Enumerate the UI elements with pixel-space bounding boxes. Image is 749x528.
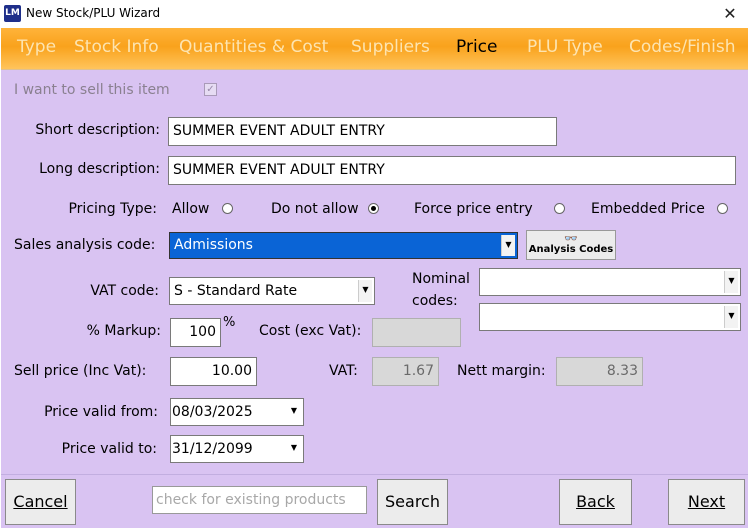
vat-code-label: VAT code: [90, 283, 159, 299]
title-bar: LM New Stock/PLU Wizard ✕ [0, 0, 749, 28]
tab-codes-finish[interactable]: Codes/Finish [629, 37, 736, 57]
nominal-code-select-2[interactable]: ▼ [479, 303, 741, 331]
back-button-label: Back [576, 492, 615, 511]
cost-input[interactable] [372, 318, 461, 347]
short-description-input[interactable]: SUMMER EVENT ADULT ENTRY [168, 117, 557, 146]
sales-analysis-select[interactable]: Admissions ▼ [169, 232, 518, 259]
wizard-tab-bar: Type Stock Info Quantities & Cost Suppli… [1, 28, 748, 70]
footer-bar [1, 474, 748, 528]
long-description-input[interactable]: SUMMER EVENT ADULT ENTRY [168, 156, 736, 185]
nett-margin-field: 8.33 [556, 357, 643, 386]
tab-quantities-cost[interactable]: Quantities & Cost [179, 37, 328, 57]
back-button[interactable]: Back [559, 479, 632, 525]
valid-from-datepicker[interactable]: 08/03/2025 ▼ [170, 398, 304, 426]
analysis-codes-button[interactable]: 👓 Analysis Codes [526, 230, 616, 260]
pricing-option-allow-radio[interactable] [222, 203, 233, 214]
markup-percent-suffix: % [223, 315, 236, 330]
valid-to-label: Price valid to: [61, 441, 157, 457]
valid-from-label: Price valid from: [44, 404, 158, 420]
short-description-label: Short description: [35, 122, 160, 138]
tab-plu-type[interactable]: PLU Type [527, 37, 603, 57]
next-button[interactable]: Next [668, 479, 745, 525]
nett-margin-label: Nett margin: [457, 363, 546, 379]
chevron-down-icon: ▼ [287, 438, 301, 460]
chevron-down-icon: ▼ [724, 306, 738, 328]
valid-to-datepicker[interactable]: 31/12/2099 ▼ [170, 435, 304, 463]
chevron-down-icon: ▼ [724, 271, 738, 293]
analysis-codes-label: Analysis Codes [528, 244, 614, 255]
valid-from-value: 08/03/2025 [172, 404, 253, 420]
long-description-label: Long description: [39, 161, 160, 177]
sell-item-checkbox[interactable]: ✓ [204, 83, 217, 96]
cancel-button[interactable]: Cancel [5, 479, 76, 525]
search-button-label: Search [385, 492, 440, 511]
cost-label: Cost (exc Vat): [259, 323, 362, 339]
sell-price-label: Sell price (Inc Vat): [14, 363, 147, 379]
vat-code-value: S - Standard Rate [174, 283, 298, 299]
pricing-option-do-not-allow-label: Do not allow [271, 201, 359, 217]
pricing-option-force-label: Force price entry [414, 201, 533, 217]
tab-type[interactable]: Type [17, 37, 56, 57]
nominal-label: Nominal [412, 271, 470, 287]
tab-stock-info[interactable]: Stock Info [74, 37, 159, 57]
vat-code-select[interactable]: S - Standard Rate ▼ [169, 277, 375, 305]
chevron-down-icon: ▼ [501, 235, 515, 256]
pricing-option-embedded-radio[interactable] [717, 203, 728, 214]
existing-products-search-input[interactable]: check for existing products [152, 486, 367, 514]
cancel-button-label: Cancel [13, 492, 68, 511]
markup-input[interactable]: 100 [170, 318, 221, 347]
valid-to-value: 31/12/2099 [172, 441, 253, 457]
tab-suppliers[interactable]: Suppliers [351, 37, 430, 57]
pricing-type-label: Pricing Type: [68, 201, 157, 217]
app-logo-icon: LM [4, 5, 21, 22]
pricing-option-force-radio[interactable] [554, 203, 565, 214]
chevron-down-icon: ▼ [358, 280, 372, 302]
nominal-code-select-1[interactable]: ▼ [479, 268, 741, 296]
markup-label: % Markup: [86, 323, 161, 339]
tab-price[interactable]: Price [456, 37, 497, 57]
sell-item-label: I want to sell this item [14, 82, 170, 98]
vat-label: VAT: [329, 363, 358, 379]
window-title: New Stock/PLU Wizard [26, 6, 161, 20]
glasses-icon: 👓 [564, 232, 578, 245]
search-button[interactable]: Search [377, 479, 448, 525]
chevron-down-icon: ▼ [287, 401, 301, 423]
pricing-option-do-not-allow-radio[interactable] [368, 203, 379, 214]
codes-label: codes: [412, 293, 458, 309]
sales-analysis-label: Sales analysis code: [14, 237, 156, 253]
sales-analysis-value: Admissions [174, 237, 253, 253]
sell-price-input[interactable]: 10.00 [170, 357, 257, 386]
pricing-option-embedded-label: Embedded Price [591, 201, 705, 217]
vat-amount-field: 1.67 [372, 357, 439, 386]
pricing-option-allow-label: Allow [172, 201, 210, 217]
next-button-label: Next [687, 492, 726, 511]
close-button[interactable]: ✕ [716, 2, 744, 26]
